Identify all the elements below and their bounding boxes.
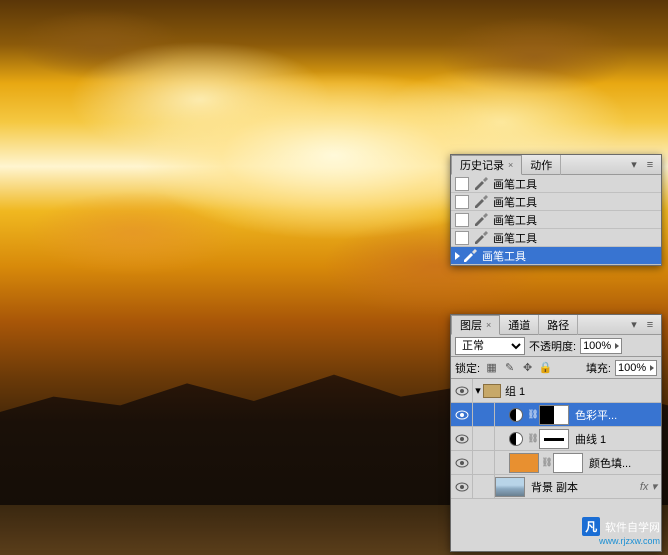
layer-thumbnail[interactable] xyxy=(495,477,525,497)
mask-link-icon[interactable]: ⛓ xyxy=(527,409,539,420)
visibility-toggle[interactable] xyxy=(451,427,473,451)
blend-mode-select[interactable]: 正常 xyxy=(455,337,525,355)
layer-mask-thumbnail[interactable] xyxy=(553,453,583,473)
lock-label: 锁定: xyxy=(455,360,480,376)
history-current-icon xyxy=(455,252,460,260)
layers-panel-header: 图层 × 通道 路径 ▾ ≡ xyxy=(451,315,661,335)
visibility-toggle[interactable] xyxy=(451,451,473,475)
layer-name: 颜色填... xyxy=(589,455,631,471)
adjustment-icon xyxy=(509,432,523,446)
tab-close-icon[interactable]: × xyxy=(508,160,513,170)
layer-color-balance[interactable]: ⛓ 色彩平... xyxy=(451,403,661,427)
tab-paths[interactable]: 路径 xyxy=(539,315,578,335)
history-snapshot-icon xyxy=(455,213,469,227)
history-item-label: 画笔工具 xyxy=(493,230,537,246)
brush-icon xyxy=(473,195,489,209)
mask-link-icon[interactable]: ⛓ xyxy=(541,457,553,468)
layer-group[interactable]: ▾ 组 1 xyxy=(451,379,661,403)
history-item-label: 画笔工具 xyxy=(482,248,526,264)
layers-lock-row: 锁定: ▦ ✎ ✥ 🔒 填充: 100% xyxy=(451,357,661,379)
tab-close-icon[interactable]: × xyxy=(486,320,491,330)
history-item[interactable]: 画笔工具 xyxy=(451,211,661,229)
brush-icon xyxy=(473,213,489,227)
history-item-current[interactable]: 画笔工具 xyxy=(451,247,661,265)
tab-layers[interactable]: 图层 × xyxy=(451,315,500,335)
panel-minimize-icon[interactable]: ▾ xyxy=(627,158,641,172)
tab-paths-label: 路径 xyxy=(547,317,569,333)
tab-actions[interactable]: 动作 xyxy=(522,155,561,175)
history-item-label: 画笔工具 xyxy=(493,176,537,192)
panel-minimize-icon[interactable]: ▾ xyxy=(627,318,641,332)
layer-name: 背景 副本 xyxy=(531,479,578,495)
layer-name: 曲线 1 xyxy=(575,431,606,447)
history-item[interactable]: 画笔工具 xyxy=(451,193,661,211)
brush-icon xyxy=(473,177,489,191)
layers-options-row: 正常 不透明度: 100% xyxy=(451,335,661,357)
visibility-toggle[interactable] xyxy=(451,379,473,403)
layer-background-copy[interactable]: 背景 副本 fx ▾ xyxy=(451,475,661,499)
watermark-brand: 软件自学网 xyxy=(605,519,660,535)
layer-color-fill[interactable]: ⛓ 颜色填... xyxy=(451,451,661,475)
brush-icon xyxy=(473,231,489,245)
history-list: 画笔工具 画笔工具 画笔工具 画笔工具 画笔工具 xyxy=(451,175,661,265)
layer-status-cell xyxy=(473,403,495,427)
history-panel-header: 历史记录 × 动作 ▾ ≡ xyxy=(451,155,661,175)
history-snapshot-icon xyxy=(455,177,469,191)
watermark: 凡 软件自学网 www.rjzxw.com xyxy=(582,517,660,547)
opacity-label: 不透明度: xyxy=(529,338,576,354)
layer-mask-thumbnail[interactable] xyxy=(539,429,569,449)
tab-layers-label: 图层 xyxy=(460,317,482,333)
history-item[interactable]: 画笔工具 xyxy=(451,229,661,247)
history-item-label: 画笔工具 xyxy=(493,212,537,228)
visibility-toggle[interactable] xyxy=(451,475,473,499)
tab-channels-label: 通道 xyxy=(508,317,530,333)
adjustment-icon xyxy=(509,408,523,422)
lock-position-icon[interactable]: ✥ xyxy=(520,360,535,375)
lock-pixels-icon[interactable]: ✎ xyxy=(502,360,517,375)
layer-status-cell xyxy=(473,427,495,451)
opacity-field[interactable]: 100% xyxy=(580,338,622,354)
folder-icon xyxy=(483,384,501,398)
fill-field[interactable]: 100% xyxy=(615,360,657,376)
opacity-value: 100% xyxy=(583,340,611,352)
history-panel: 历史记录 × 动作 ▾ ≡ 画笔工具 画笔工具 画笔工具 画 xyxy=(450,154,662,266)
history-item[interactable]: 画笔工具 xyxy=(451,175,661,193)
visibility-toggle[interactable] xyxy=(451,403,473,427)
layer-status-cell xyxy=(473,451,495,475)
history-snapshot-icon xyxy=(455,195,469,209)
lock-icon-group: ▦ ✎ ✥ 🔒 xyxy=(484,360,553,375)
fill-value: 100% xyxy=(618,362,646,374)
watermark-url: www.rjzxw.com xyxy=(599,536,660,546)
lock-transparency-icon[interactable]: ▦ xyxy=(484,360,499,375)
layer-name: 组 1 xyxy=(505,383,525,399)
dropdown-arrow-icon xyxy=(615,343,619,349)
layer-fx-icon[interactable]: fx ▾ xyxy=(640,480,657,493)
tab-actions-label: 动作 xyxy=(530,157,552,173)
history-snapshot-icon xyxy=(455,231,469,245)
layer-curves[interactable]: ⛓ 曲线 1 xyxy=(451,427,661,451)
layer-status-cell xyxy=(473,475,495,499)
dropdown-arrow-icon xyxy=(650,365,654,371)
panel-menu-icon[interactable]: ≡ xyxy=(643,318,657,332)
layer-mask-thumbnail[interactable] xyxy=(539,405,569,425)
tab-history[interactable]: 历史记录 × xyxy=(451,155,522,175)
mask-link-icon[interactable]: ⛓ xyxy=(527,433,539,444)
lock-all-icon[interactable]: 🔒 xyxy=(538,360,553,375)
tab-channels[interactable]: 通道 xyxy=(500,315,539,335)
fill-label: 填充: xyxy=(586,360,611,376)
layer-thumbnail[interactable] xyxy=(509,453,539,473)
watermark-logo: 凡 xyxy=(582,517,600,536)
layer-name: 色彩平... xyxy=(575,407,617,423)
tab-history-label: 历史记录 xyxy=(460,157,504,173)
history-item-label: 画笔工具 xyxy=(493,194,537,210)
panel-menu-icon[interactable]: ≡ xyxy=(643,158,657,172)
group-twirl-icon[interactable]: ▾ xyxy=(473,384,483,397)
brush-icon xyxy=(462,249,478,263)
